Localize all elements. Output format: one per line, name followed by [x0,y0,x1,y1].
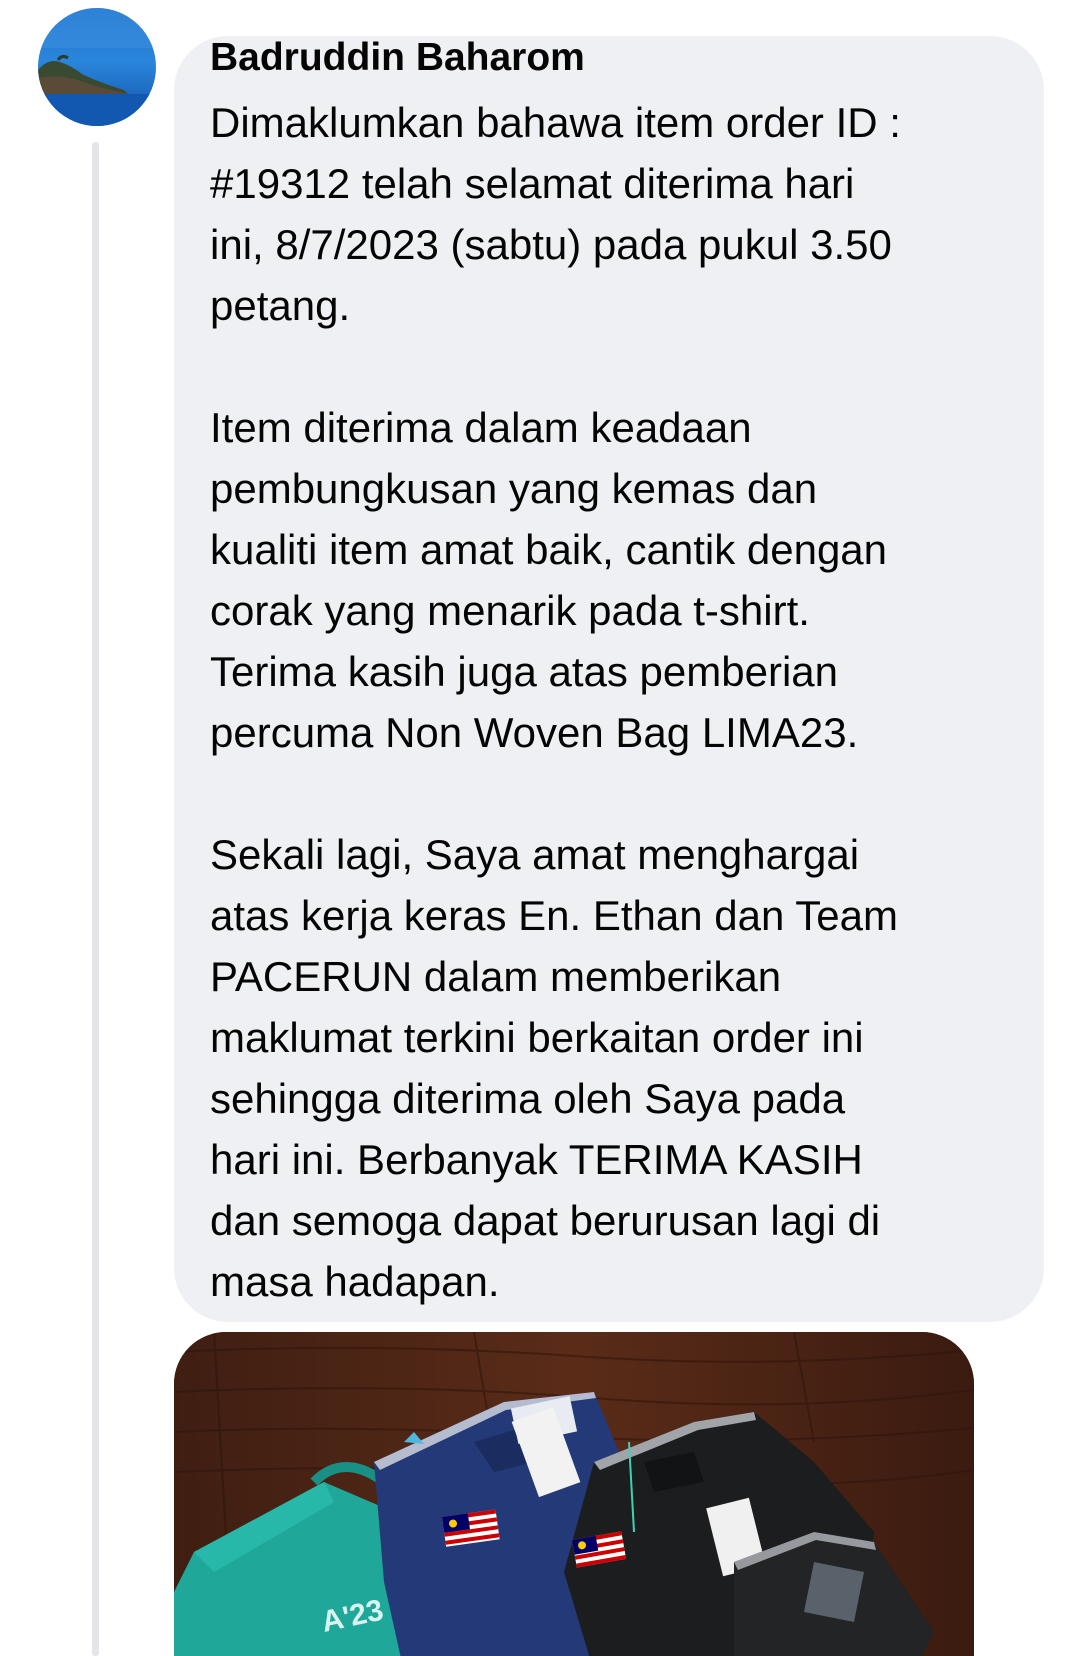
avatar-image [38,8,156,126]
comment-paragraph-1: Dimaklumkan bahawa item order ID : #1931… [210,99,901,329]
facebook-comment-view: Badruddin Baharom Dimaklumkan bahawa ite… [0,0,1080,1656]
order-items-photo: A'23 [174,1332,974,1656]
avatar[interactable] [38,8,156,126]
comment-bubble[interactable]: Badruddin Baharom Dimaklumkan bahawa ite… [174,36,1044,1322]
comment-author-name[interactable]: Badruddin Baharom [210,38,1006,78]
comment-photo[interactable]: A'23 [174,1332,974,1656]
comment-paragraph-3: Sekali lagi, Saya amat menghargai atas k… [210,831,898,1305]
comment-paragraph-2: Item diterima dalam keadaan pembungkusan… [210,404,888,756]
reply-thread-line [92,142,99,1656]
